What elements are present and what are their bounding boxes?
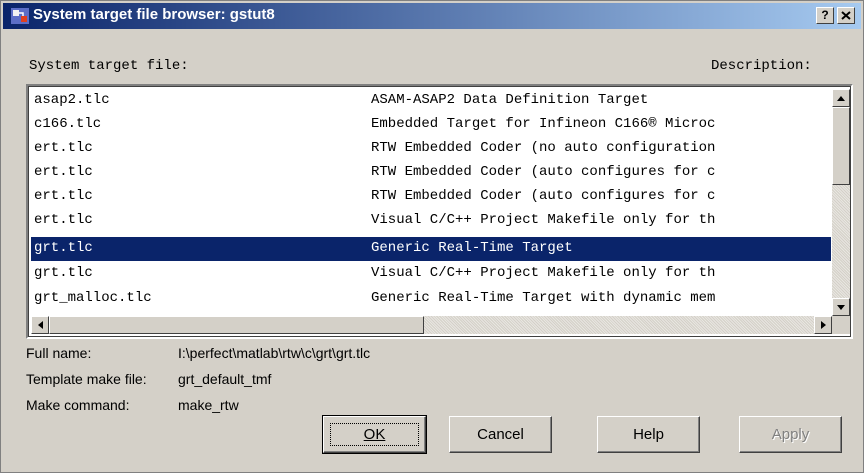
scroll-right-button[interactable] — [814, 316, 832, 334]
list-item-file: ert.tlc — [34, 212, 93, 228]
list-item-file: ert.tlc — [34, 188, 93, 204]
list-item-description: RTW Embedded Coder (auto configures for … — [371, 164, 716, 180]
list-item-file: ert.tlc — [34, 164, 93, 180]
arrow-down-icon — [837, 304, 845, 310]
list-item-description: ASAM-ASAP2 Data Definition Target — [371, 92, 649, 108]
list-item-description: Visual C/C++ Project Makefile only for t… — [371, 265, 716, 281]
close-icon — [841, 11, 851, 20]
list-item[interactable]: grt_malloc.tlc Generic Real-Time Target … — [31, 287, 831, 311]
list-item-file: grt.tlc — [34, 240, 93, 256]
full-name-value: I:\perfect\matlab\rtw\c\grt\grt.tlc — [178, 345, 371, 361]
make-command-row: Make command: make_rtw — [26, 397, 239, 413]
make-command-value: make_rtw — [178, 397, 239, 413]
list-item[interactable]: c166.tlc Embedded Target for Infineon C1… — [31, 113, 831, 137]
target-file-list[interactable]: asap2.tlc ASAM-ASAP2 Data Definition Tar… — [26, 84, 853, 339]
apply-button-label: Apply — [771, 426, 810, 443]
list-item-file: asap2.tlc — [34, 92, 110, 108]
cancel-button-label: Cancel — [477, 426, 524, 443]
help-button[interactable]: Help — [597, 416, 700, 453]
list-item-file: ert.tlc — [34, 140, 93, 156]
list-item-description: Visual C/C++ Project Makefile only for t… — [371, 212, 716, 228]
close-button[interactable] — [837, 7, 855, 24]
list-item[interactable]: ert.tlc RTW Embedded Coder (auto configu… — [31, 185, 831, 209]
arrow-right-icon — [820, 321, 826, 329]
horizontal-scroll-thumb[interactable] — [49, 316, 424, 334]
scroll-up-button[interactable] — [832, 89, 850, 107]
list-item-file: grt_malloc.tlc — [34, 290, 152, 306]
list-item-description: Generic Real-Time Target with dynamic me… — [371, 290, 716, 306]
arrow-left-icon — [37, 321, 43, 329]
cancel-button[interactable]: Cancel — [449, 416, 552, 453]
list-rows: asap2.tlc ASAM-ASAP2 Data Definition Tar… — [31, 89, 831, 316]
horizontal-scrollbar[interactable] — [31, 316, 832, 334]
scroll-down-button[interactable] — [832, 298, 850, 316]
list-item-file: grt.tlc — [34, 265, 93, 281]
ok-button[interactable]: OK — [322, 415, 427, 454]
vertical-scrollbar[interactable] — [832, 89, 850, 316]
focus-indicator — [330, 423, 419, 446]
simulink-app-icon — [11, 8, 29, 24]
template-make-file-label: Template make file: — [26, 371, 147, 387]
template-make-file-value: grt_default_tmf — [178, 371, 272, 387]
list-item-description: Embedded Target for Infineon C166® Micro… — [371, 116, 716, 132]
scrollbar-corner — [832, 316, 850, 334]
vertical-scroll-thumb[interactable] — [832, 107, 850, 185]
full-name-label: Full name: — [26, 345, 92, 361]
window-title: System target file browser: gstut8 — [33, 6, 275, 23]
apply-button[interactable]: Apply — [739, 416, 842, 453]
title-bar[interactable]: System target file browser: gstut8 ? — [3, 3, 861, 29]
list-item[interactable]: ert.tlc Visual C/C++ Project Makefile on… — [31, 209, 831, 233]
list-item-description: Generic Real-Time Target — [371, 240, 573, 256]
column-header-description: Description: — [711, 58, 812, 74]
list-item[interactable]: asap2.tlc ASAM-ASAP2 Data Definition Tar… — [31, 89, 831, 113]
target-browser-dialog: System target file browser: gstut8 ? Sys… — [0, 0, 864, 473]
list-item[interactable]: grt.tlc Visual C/C++ Project Makefile on… — [31, 262, 831, 286]
list-item-file: c166.tlc — [34, 116, 102, 132]
list-item-description: RTW Embedded Coder (no auto configuratio… — [371, 140, 716, 156]
make-command-label: Make command: — [26, 397, 130, 413]
arrow-up-icon — [837, 95, 845, 101]
list-item-description: RTW Embedded Coder (auto configures for … — [371, 188, 716, 204]
list-item[interactable]: ert.tlc RTW Embedded Coder (auto configu… — [31, 161, 831, 185]
scroll-left-button[interactable] — [31, 316, 49, 334]
help-button-label: Help — [633, 426, 664, 443]
context-help-button[interactable]: ? — [816, 7, 834, 24]
template-make-file-row: Template make file: grt_default_tmf — [26, 371, 271, 387]
list-item[interactable]: ert.tlc RTW Embedded Coder (no auto conf… — [31, 137, 831, 161]
list-item-selected[interactable]: grt.tlc Generic Real-Time Target — [31, 237, 831, 261]
column-header-file: System target file: — [29, 58, 189, 74]
full-name-row: Full name: I:\perfect\matlab\rtw\c\grt\g… — [26, 345, 370, 361]
